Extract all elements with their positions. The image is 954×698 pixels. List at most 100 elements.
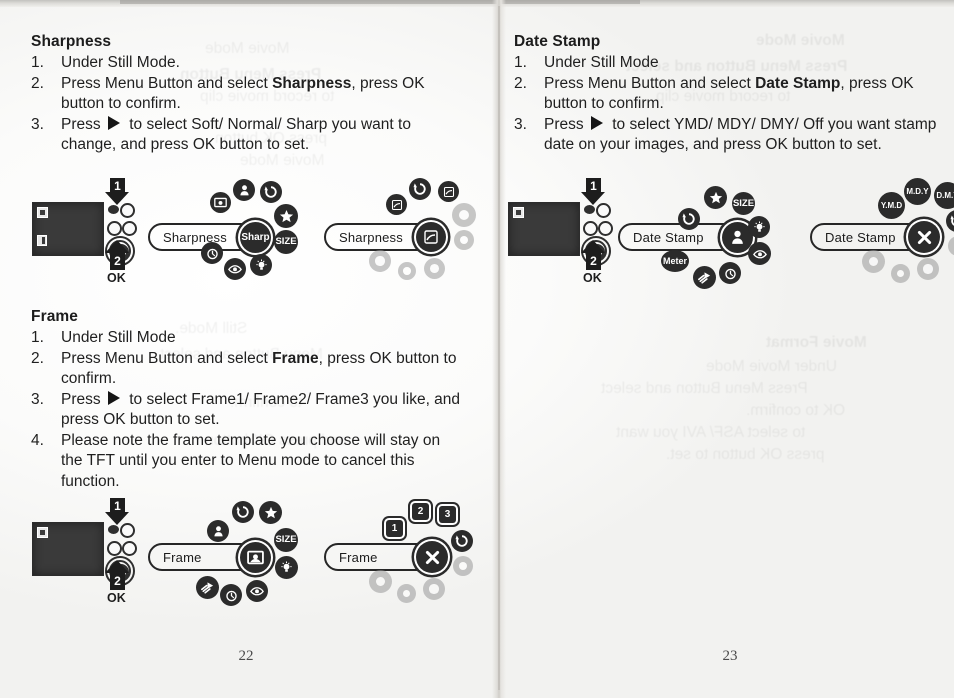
- step-item: 2. Press Menu Button and select Date Sta…: [514, 74, 939, 115]
- frame-option-2[interactable]: 2: [412, 503, 429, 520]
- selected-node-frame[interactable]: [240, 542, 271, 573]
- value-pill-label: Sharpness: [339, 229, 403, 245]
- rotate-icon[interactable]: [232, 501, 254, 523]
- redeye-icon[interactable]: [246, 580, 268, 602]
- size-icon[interactable]: SIZE: [732, 192, 755, 215]
- timer-icon[interactable]: [719, 262, 741, 284]
- step-text: Press: [544, 115, 588, 133]
- lightbulb-icon[interactable]: [748, 216, 770, 238]
- frame-option-3[interactable]: 3: [439, 506, 456, 523]
- camera-mode-button[interactable]: [598, 221, 613, 236]
- selected-node-off[interactable]: [908, 221, 940, 253]
- right-arrow-icon: [107, 390, 120, 405]
- left-page: Movie Mode Press Menu Button to record m…: [0, 0, 492, 698]
- camera-menu-button[interactable]: [107, 541, 122, 556]
- step-text: Please note the frame template you choos…: [61, 431, 441, 490]
- camera-shutter-button[interactable]: [584, 205, 595, 214]
- dot-marker: [452, 203, 476, 227]
- camera-lcd-panel: [508, 202, 580, 256]
- step-text: Press Menu Button and select: [61, 74, 273, 92]
- meter-icon[interactable]: Meter: [661, 250, 689, 272]
- stamp-icon[interactable]: [233, 179, 255, 201]
- lcd-mode-icon: [37, 207, 48, 218]
- step-item: 1. Under Still Mode: [31, 328, 461, 349]
- rotate-icon[interactable]: [409, 178, 431, 200]
- step-number: 1.: [31, 54, 44, 71]
- step-number: 2.: [31, 349, 44, 367]
- date-format-mdy[interactable]: M.D.Y: [904, 178, 931, 205]
- rotate-icon[interactable]: [260, 181, 282, 203]
- timer-icon[interactable]: [220, 584, 242, 606]
- lightbulb-icon[interactable]: [250, 254, 272, 276]
- stamp-icon[interactable]: [207, 520, 229, 542]
- step-item: 1. Under Still Mode.: [31, 53, 461, 74]
- steps-list-date-stamp: 1. Under Still Mode 2. Press Menu Button…: [514, 53, 939, 156]
- sharp-level-icon[interactable]: [438, 181, 459, 202]
- selected-node-off[interactable]: [416, 541, 448, 573]
- camera-lcd-panel: [32, 522, 104, 576]
- redeye-icon[interactable]: [224, 258, 246, 280]
- rotate-icon[interactable]: [451, 530, 473, 552]
- steps-list-frame: 1. Under Still Mode 2. Press Menu Button…: [31, 328, 461, 492]
- binding-gutter-line: [498, 6, 500, 690]
- date-format-dmy[interactable]: D.M.Y: [934, 182, 954, 209]
- sharp-level-icon[interactable]: [386, 194, 407, 215]
- selected-node-sharp-level[interactable]: [416, 222, 446, 252]
- camera-menu-button[interactable]: [583, 221, 598, 236]
- ok-label: OK: [107, 591, 126, 605]
- bleed-ghost-text: to select ASF/ AVI you want: [616, 424, 806, 441]
- dot-marker: [454, 230, 474, 250]
- step-text: Press Menu Button and select: [544, 74, 756, 92]
- step-item: 3. Press to select YMD/ MDY/ DMY/ Off yo…: [514, 115, 939, 156]
- dot-marker: [423, 578, 445, 600]
- camera-power-button[interactable]: [120, 203, 135, 218]
- flash-icon[interactable]: [693, 266, 716, 289]
- rotate-icon[interactable]: [946, 210, 954, 232]
- redeye-icon[interactable]: [748, 242, 771, 265]
- dot-marker: [397, 584, 416, 603]
- frame-option-1[interactable]: 1: [386, 520, 403, 537]
- callout-2-number: 2: [590, 254, 597, 268]
- step-text: Press Menu Button and select: [61, 349, 273, 367]
- dot-marker: [453, 556, 473, 576]
- frame-icon[interactable]: [210, 192, 231, 213]
- section-frame-text: Frame 1. Under Still Mode 2. Press Menu …: [31, 308, 461, 492]
- flash-icon[interactable]: [196, 576, 219, 599]
- section-sharpness-text: Sharpness 1. Under Still Mode. 2. Press …: [31, 33, 461, 156]
- step-number: 3.: [31, 390, 44, 408]
- lcd-mode-icon: [37, 527, 48, 538]
- size-icon[interactable]: SIZE: [274, 528, 298, 552]
- lightbulb-icon[interactable]: [275, 556, 298, 579]
- callout-1-arrowhead: [581, 192, 605, 205]
- star-icon[interactable]: [259, 501, 282, 524]
- timer-icon[interactable]: [201, 242, 223, 264]
- camera-shutter-button[interactable]: [108, 525, 119, 534]
- value-pill-label: Frame: [339, 549, 378, 565]
- value-pill-label: Date Stamp: [825, 229, 896, 245]
- bleed-ghost-text: Under Movie Mode: [706, 358, 837, 375]
- star-icon[interactable]: [274, 204, 298, 228]
- camera-mode-button[interactable]: [122, 221, 137, 236]
- camera-shutter-button[interactable]: [108, 205, 119, 214]
- camera-menu-button[interactable]: [107, 221, 122, 236]
- selected-node-sharp[interactable]: Sharp: [240, 222, 271, 253]
- dot-marker: [369, 250, 391, 272]
- star-icon[interactable]: [704, 186, 727, 209]
- callout-1-number: 1: [590, 179, 597, 193]
- camera-power-button[interactable]: [120, 523, 135, 538]
- camera-mode-button[interactable]: [122, 541, 137, 556]
- step-text-bold: Sharpness: [272, 74, 352, 92]
- rotate-icon[interactable]: [678, 208, 700, 230]
- step-text-bold: Date Stamp: [755, 74, 841, 92]
- callout-2-number: 2: [114, 574, 121, 588]
- menu-pill-label: Frame: [163, 549, 202, 565]
- step-number: 3.: [31, 115, 44, 133]
- step-item: 2. Press Menu Button and select Sharpnes…: [31, 74, 461, 115]
- camera-power-button[interactable]: [596, 203, 611, 218]
- dot-marker: [948, 236, 954, 256]
- size-icon[interactable]: SIZE: [274, 230, 298, 254]
- dot-marker: [398, 262, 416, 280]
- step-item: 2. Press Menu Button and select Frame, p…: [31, 349, 461, 390]
- bleed-ghost-text: press OK button to set.: [666, 446, 825, 463]
- date-format-ymd[interactable]: Y.M.D: [878, 192, 905, 219]
